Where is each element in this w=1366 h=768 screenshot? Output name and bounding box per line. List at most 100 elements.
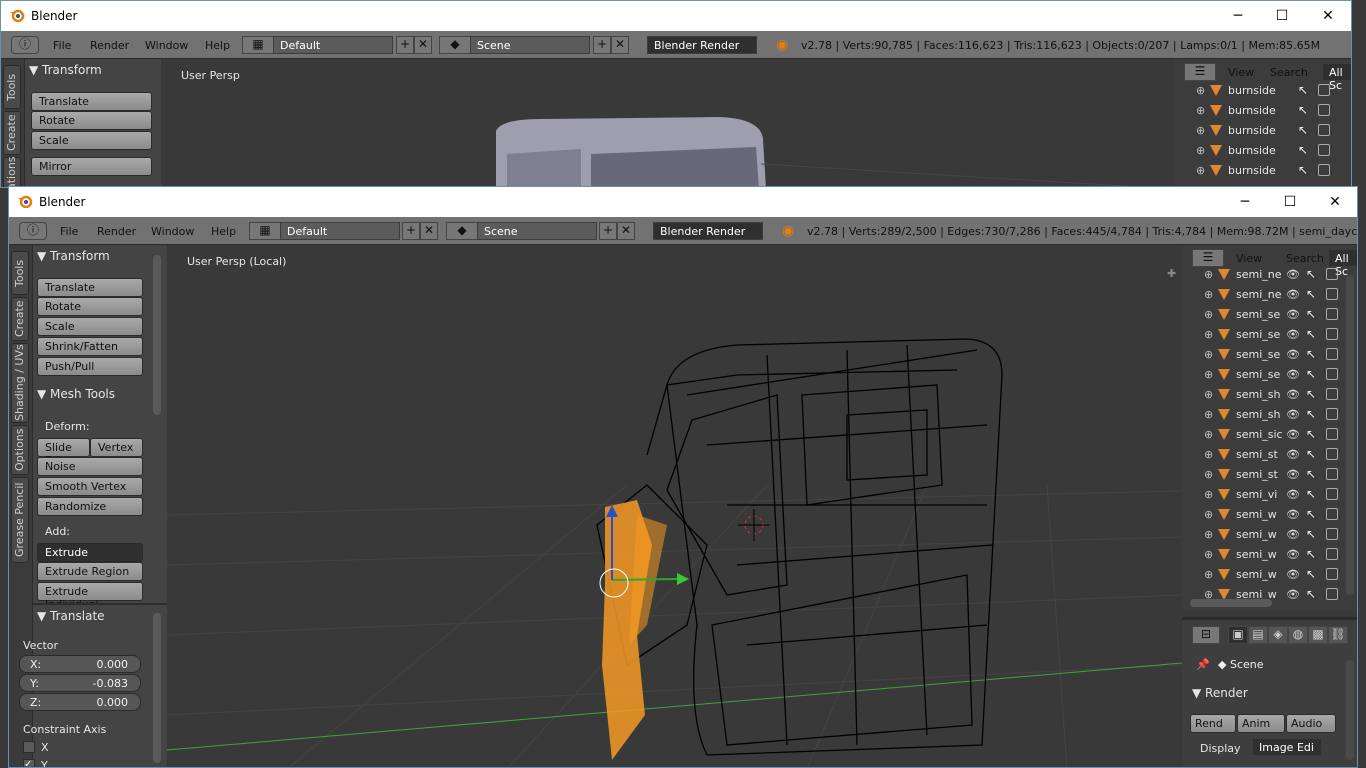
select-cursor-icon[interactable]: ↖ [1306,387,1316,401]
constraint-x-checkbox[interactable] [23,741,35,753]
expand-icon[interactable]: ⊕ [1204,328,1213,341]
visibility-eye-icon[interactable]: 👁 [1286,408,1300,421]
render-icon[interactable] [1326,428,1338,440]
select-cursor-icon[interactable]: ↖ [1306,527,1316,541]
menu-help[interactable]: Help [211,225,236,238]
select-cursor-icon[interactable]: ↖ [1306,487,1316,501]
visibility-eye-icon[interactable]: 👁 [1286,308,1300,321]
outliner-row[interactable]: ⊕ burnside ↖ [1174,141,1351,161]
constraint-y-checkbox[interactable]: ✓ [23,759,35,767]
expand-icon[interactable]: ⊕ [1204,368,1213,381]
constraints-tab-icon[interactable]: ⛓ [1328,626,1348,644]
world-tab-icon[interactable]: ◍ [1288,626,1308,644]
select-cursor-icon[interactable]: ↖ [1306,307,1316,321]
select-cursor-icon[interactable]: ↖ [1306,567,1316,581]
render-icon[interactable] [1318,124,1330,136]
add-layout-icon[interactable]: + [402,222,420,240]
outliner-filter-select[interactable]: All Sc [1322,63,1351,92]
expand-icon[interactable]: ⊕ [1204,448,1213,461]
outliner-row[interactable]: ⊕ semi_w 👁 ↖ [1182,545,1357,565]
render-engine-select[interactable]: Blender Render [647,36,757,54]
render-engine-select[interactable]: Blender Render [653,222,763,240]
render-icon[interactable] [1326,548,1338,560]
visibility-eye-icon[interactable]: 👁 [1286,508,1300,521]
expand-icon[interactable]: ⊕ [1204,548,1213,561]
render-icon[interactable] [1326,408,1338,420]
outliner-row[interactable]: ⊕ semi_ne 👁 ↖ [1182,285,1357,305]
render-audio-button[interactable]: Audio [1286,714,1336,733]
select-cursor-icon[interactable]: ↖ [1306,347,1316,361]
render-icon[interactable] [1318,144,1330,156]
select-cursor-icon[interactable]: ↖ [1306,547,1316,561]
object-tab-icon[interactable]: ▩ [1308,626,1328,644]
outliner-row[interactable]: ⊕ semi_st 👁 ↖ [1182,465,1357,485]
outliner-type-icon[interactable]: ☰ [1184,63,1216,81]
vector-y-field[interactable]: Y: -0.083 [19,674,141,692]
vector-z-field[interactable]: Z: 0.000 [19,693,141,711]
render-icon[interactable] [1326,528,1338,540]
maximize-icon[interactable]: ☐ [1267,187,1313,217]
outliner-row[interactable]: ⊕ semi_w 👁 ↖ [1182,505,1357,525]
outliner-row[interactable]: ⊕ burnside ↖ [1174,101,1351,121]
close-icon[interactable]: ✕ [1312,187,1357,217]
select-cursor-icon[interactable]: ↖ [1306,427,1316,441]
expand-icon[interactable]: ⊕ [1204,568,1213,581]
expand-icon[interactable]: ⊕ [1204,288,1213,301]
outliner-row[interactable]: ⊕ semi_w 👁 ↖ [1182,525,1357,545]
outliner-row[interactable]: ⊕ semi_w 👁 ↖ [1182,565,1357,585]
render-icon[interactable] [1326,508,1338,520]
rotate-button[interactable]: Rotate [31,111,152,130]
remove-scene-icon[interactable]: ✕ [611,36,629,54]
visibility-eye-icon[interactable]: 👁 [1286,568,1300,581]
outliner-search-menu[interactable]: Search [1286,252,1324,265]
render-icon[interactable] [1326,368,1338,380]
outliner-row[interactable]: ⊕ semi_sh 👁 ↖ [1182,405,1357,425]
scale-button[interactable]: Scale [31,131,152,150]
visibility-eye-icon[interactable]: 👁 [1286,528,1300,541]
slide-edge-button[interactable]: Slide Ed [37,438,90,467]
layout-field[interactable]: Default [280,222,400,240]
expand-icon[interactable]: ⊕ [1204,308,1213,321]
outliner-row[interactable]: ⊕ burnside ↖ [1174,81,1351,101]
3d-viewport[interactable]: User Persp (Local) ✚ [167,245,1182,767]
tab-grease-pencil[interactable]: Grease Pencil [11,477,29,563]
visibility-eye-icon[interactable]: 👁 [1286,368,1300,381]
outliner-row[interactable]: ⊕ semi_vi 👁 ↖ [1182,485,1357,505]
tool-shelf-scrollbar[interactable] [153,255,161,415]
select-cursor-icon[interactable]: ↖ [1306,587,1316,601]
close-icon[interactable]: ✕ [1305,1,1351,31]
info-editor-type-icon[interactable]: ⓘ [11,36,39,54]
select-cursor-icon[interactable]: ↖ [1298,143,1308,157]
render-icon[interactable] [1326,328,1338,340]
select-cursor-icon[interactable]: ↖ [1306,367,1316,381]
visibility-eye-icon[interactable]: 👁 [1286,388,1300,401]
expand-icon[interactable]: ⊕ [1204,408,1213,421]
layers-tab-icon[interactable]: ▤ [1248,626,1268,644]
tab-tools[interactable]: Tools [11,251,29,295]
vector-x-field[interactable]: X: 0.000 [19,655,141,673]
select-cursor-icon[interactable]: ↖ [1306,327,1316,341]
visibility-eye-icon[interactable]: 👁 [1286,468,1300,481]
menu-window[interactable]: Window [151,225,194,238]
visibility-eye-icon[interactable]: 👁 [1286,588,1300,601]
expand-icon[interactable]: ⊕ [1204,388,1213,401]
layout-field[interactable]: Default [273,36,393,54]
render-icon[interactable] [1326,288,1338,300]
pin-icon[interactable]: 📌 [1196,658,1210,671]
outliner-v-scrollbar[interactable] [1346,275,1354,595]
scene-icon[interactable]: ◆ [446,222,478,240]
outliner-row[interactable]: ⊕ semi_sic 👁 ↖ [1182,425,1357,445]
outliner-row[interactable]: ⊕ burnside ↖ [1174,161,1351,181]
shrink-fatten-button[interactable]: Shrink/Fatten [37,337,143,356]
display-select[interactable]: Image Edi [1252,738,1322,756]
visibility-eye-icon[interactable]: 👁 [1286,328,1300,341]
expand-icon[interactable]: ⊕ [1196,104,1205,117]
translate-button[interactable]: Translate [31,92,152,111]
menu-help[interactable]: Help [205,39,230,52]
outliner-row[interactable]: ⊕ semi_ne 👁 ↖ [1182,265,1357,285]
render-icon[interactable] [1326,388,1338,400]
expand-icon[interactable]: ⊕ [1204,468,1213,481]
expand-icon[interactable]: ⊕ [1204,348,1213,361]
visibility-eye-icon[interactable]: 👁 [1286,548,1300,561]
scale-button[interactable]: Scale [37,317,143,336]
